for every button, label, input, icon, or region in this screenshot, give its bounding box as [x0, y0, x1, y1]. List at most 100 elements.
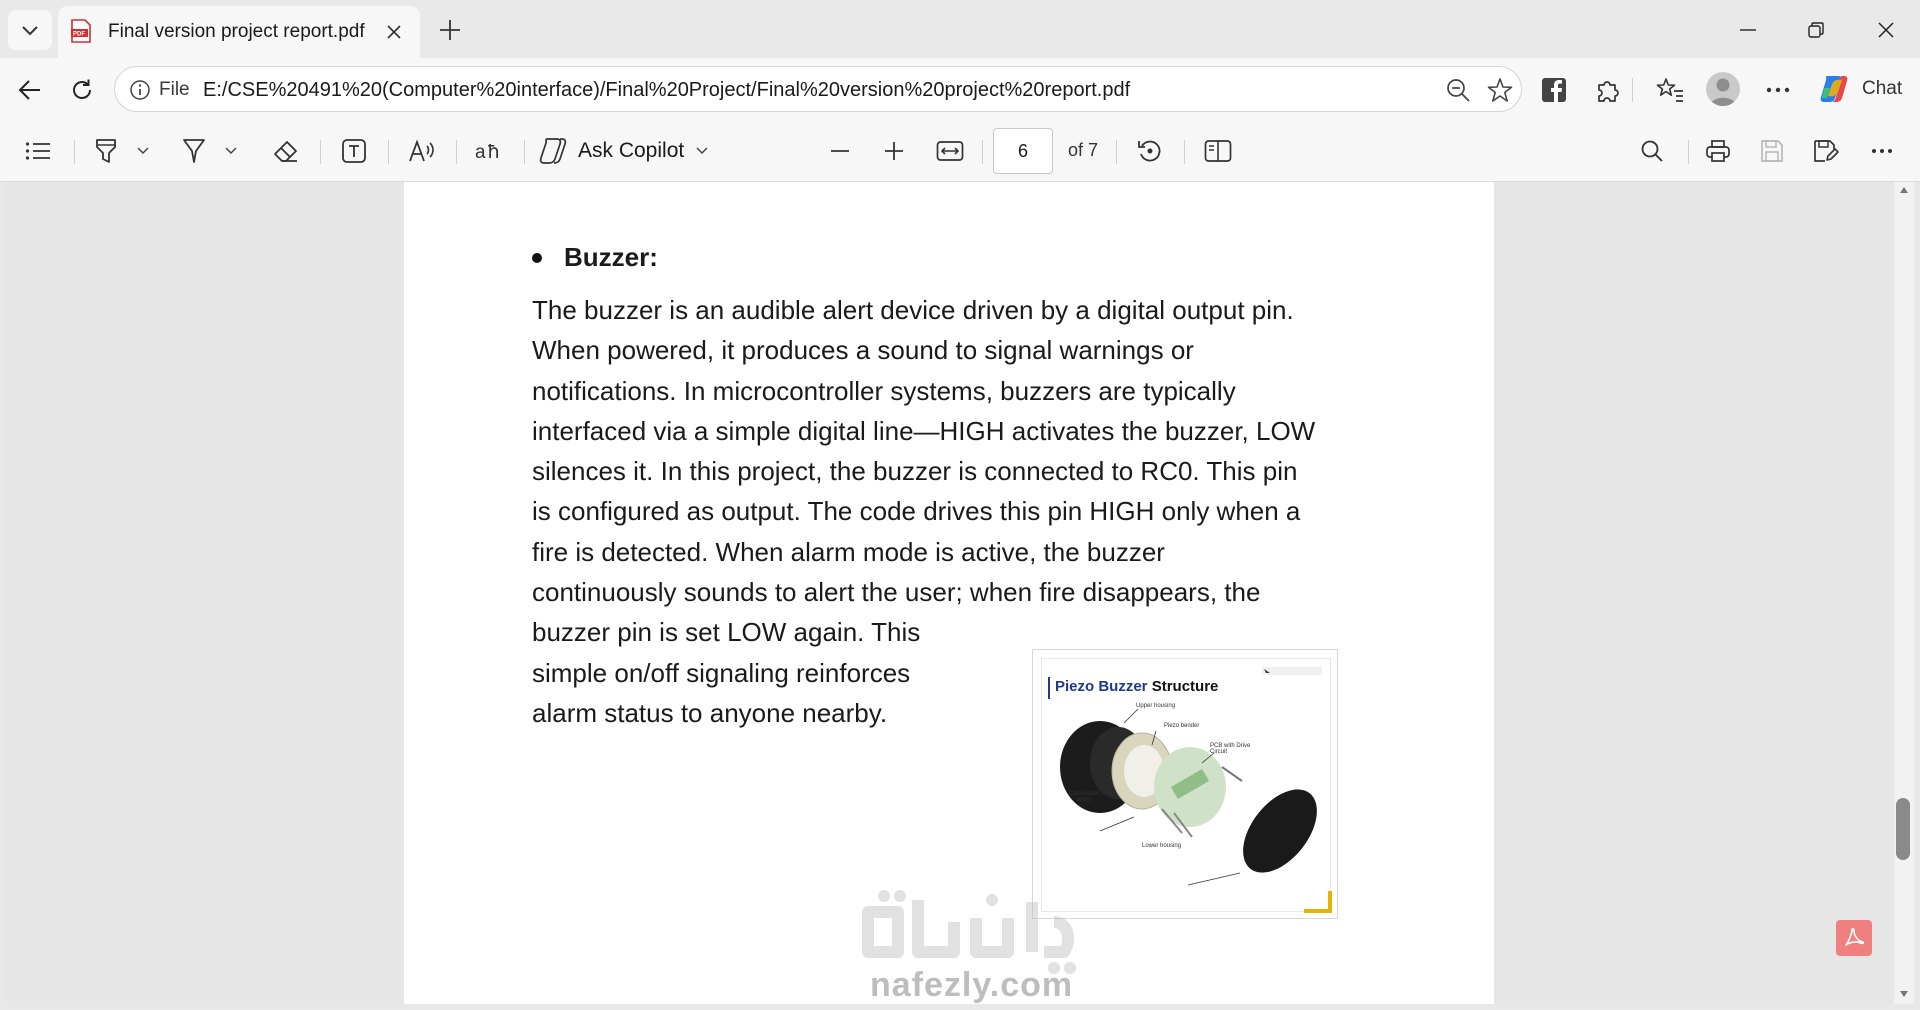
- close-window-button[interactable]: [1860, 10, 1912, 50]
- copilot-icon: [1820, 76, 1848, 102]
- active-tab[interactable]: PDF Final version project report.pdf: [58, 6, 420, 58]
- save-as-button[interactable]: [1806, 132, 1846, 170]
- erase-button[interactable]: [266, 132, 306, 170]
- chevron-down-icon: [22, 26, 38, 36]
- puzzle-icon: [1598, 81, 1619, 102]
- paragraph-line: continuously sounds to alert the user; w…: [532, 577, 1261, 608]
- translate-button[interactable]: aħ: [468, 132, 512, 170]
- favorites-list-icon: [1656, 78, 1683, 102]
- pdf-file-icon: PDF: [71, 19, 91, 43]
- toolbar-divider: [1116, 140, 1117, 164]
- read-aloud-button[interactable]: [402, 132, 442, 170]
- page-total-label: of 7: [1068, 140, 1099, 160]
- text-box-icon: [342, 139, 366, 163]
- new-tab-button[interactable]: [430, 12, 470, 48]
- scroll-down-arrow-icon[interactable]: [1899, 990, 1909, 998]
- chevron-down-icon: [225, 147, 237, 155]
- save-button[interactable]: [1752, 132, 1792, 170]
- profile-avatar[interactable]: [1706, 72, 1740, 106]
- tab-actions-menu-button[interactable]: [8, 10, 52, 50]
- label-upper-housing: Upper housing: [1136, 703, 1176, 709]
- save-disk-icon: [1761, 140, 1783, 162]
- close-icon: [387, 25, 401, 39]
- paragraph-line: The buzzer is an audible alert device dr…: [532, 295, 1294, 325]
- acrobat-icon: [1845, 927, 1865, 946]
- pdf-page: Buzzer: The buzzer is an audible alert d…: [404, 182, 1494, 1004]
- chevron-down-icon: [137, 147, 149, 155]
- more-horizontal-icon: [1766, 87, 1790, 93]
- paragraph-line: interfaced via a simple digital line—HIG…: [532, 415, 1316, 446]
- minus-icon: [831, 150, 849, 152]
- rotate-button[interactable]: [1130, 132, 1170, 170]
- toolbar-divider: [1632, 78, 1633, 102]
- figure-frame: Piezo Buzzer Structure Upper housing Pie…: [1041, 658, 1332, 913]
- extensions-button[interactable]: [1588, 70, 1628, 110]
- save-as-icon: [1814, 140, 1839, 162]
- svg-text:PDF: PDF: [73, 32, 85, 38]
- draw-button[interactable]: [174, 132, 214, 170]
- rotate-icon: [1138, 140, 1161, 162]
- info-icon[interactable]: [129, 79, 151, 101]
- person-icon: [1710, 78, 1736, 106]
- chat-label: Chat: [1862, 78, 1903, 99]
- toolbar-divider: [1688, 140, 1689, 164]
- scrollbar-thumb[interactable]: [1896, 798, 1910, 860]
- zoom-in-button[interactable]: [874, 132, 914, 170]
- close-tab-button[interactable]: [380, 18, 408, 46]
- zoom-out-button[interactable]: [820, 132, 860, 170]
- pen-icon: [183, 139, 205, 163]
- toolbar-divider: [524, 140, 525, 164]
- settings-more-button[interactable]: [1758, 70, 1798, 110]
- close-icon: [1878, 22, 1894, 38]
- search-icon: [1641, 140, 1663, 162]
- back-button[interactable]: [10, 70, 50, 110]
- zoom-out-icon[interactable]: [1445, 77, 1471, 103]
- toolbar-divider: [74, 140, 75, 164]
- plus-icon: [440, 20, 460, 40]
- scroll-up-arrow-icon[interactable]: [1899, 186, 1909, 194]
- ask-copilot-button[interactable]: Ask Copilot: [538, 132, 728, 170]
- highlight-button[interactable]: [86, 132, 126, 170]
- find-button[interactable]: [1632, 132, 1672, 170]
- print-button[interactable]: [1698, 132, 1738, 170]
- page-number-input[interactable]: 6: [993, 128, 1053, 174]
- favorite-star-icon[interactable]: [1487, 77, 1513, 103]
- acrobat-extension-button[interactable]: [1836, 920, 1872, 956]
- vertical-scrollbar[interactable]: [1894, 182, 1914, 1004]
- label-lower-housing: Lower housing: [1142, 843, 1182, 849]
- minimize-button[interactable]: [1722, 10, 1774, 50]
- window-bottom-edge: [0, 1004, 1920, 1010]
- refresh-button[interactable]: [62, 70, 102, 110]
- toolbar-divider: [456, 140, 457, 164]
- page-view-button[interactable]: [1198, 132, 1238, 170]
- pdf-viewer[interactable]: Buzzer: The buzzer is an audible alert d…: [6, 182, 1894, 1004]
- read-aloud-icon: [409, 139, 434, 162]
- label-connection-wires: Connection wires: [1068, 791, 1100, 803]
- toolbar-divider: [388, 140, 389, 164]
- ask-copilot-label: Ask Copilot: [578, 139, 685, 162]
- minimize-icon: [1740, 29, 1756, 31]
- navigation-bar: File E:/CSE%20491%20(Computer%20interfac…: [0, 58, 1920, 120]
- toolbar-divider: [982, 140, 983, 164]
- highlight-options-button[interactable]: [130, 132, 156, 170]
- contents-button[interactable]: [18, 132, 58, 170]
- facebook-extension-button[interactable]: [1534, 70, 1574, 110]
- favorites-button[interactable]: [1650, 70, 1690, 110]
- address-bar[interactable]: File E:/CSE%20491%20(Computer%20interfac…: [114, 66, 1522, 112]
- printer-icon: [1706, 140, 1730, 162]
- fit-to-width-button[interactable]: [930, 132, 970, 170]
- figure-corner-accent: [1304, 891, 1332, 913]
- two-page-view-icon: [1204, 140, 1232, 162]
- url-text[interactable]: E:/CSE%20491%20(Computer%20interface)/Fi…: [203, 79, 1130, 102]
- chevron-down-icon: [696, 147, 708, 155]
- draw-options-button[interactable]: [218, 132, 244, 170]
- toolbar-divider: [1184, 140, 1185, 164]
- highlighter-icon: [96, 139, 116, 163]
- more-options-button[interactable]: [1862, 132, 1902, 170]
- more-horizontal-icon: [1872, 149, 1892, 153]
- restore-button[interactable]: [1790, 10, 1842, 50]
- label-piezo-bender: Piezo bender: [1164, 723, 1200, 729]
- copilot-chat-button[interactable]: Chat: [1808, 66, 1912, 112]
- label-pcb: PCB with Drive Circuit: [1210, 743, 1251, 755]
- add-text-button[interactable]: [334, 132, 374, 170]
